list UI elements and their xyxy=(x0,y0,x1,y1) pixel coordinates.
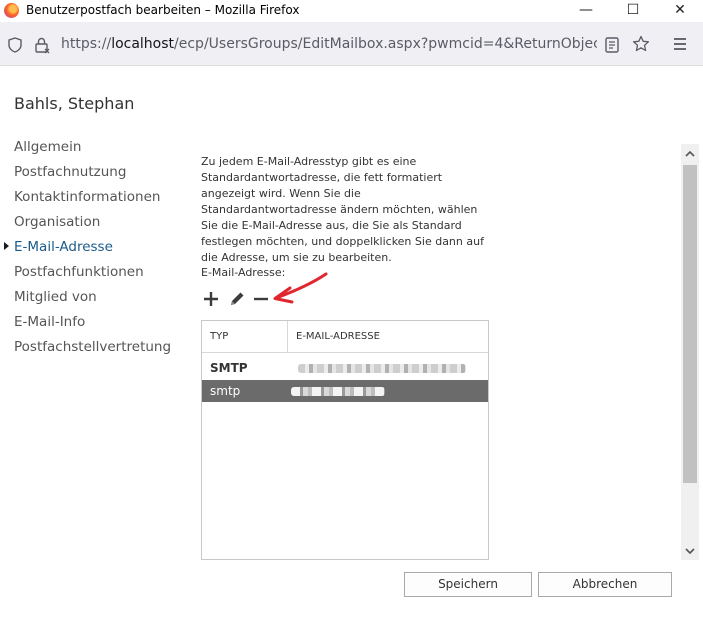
table-header: TYP E-MAIL-ADRESSE xyxy=(202,321,488,353)
red-annotation-arrow-icon xyxy=(273,272,328,304)
sidebar-item-label: E-Mail-Info xyxy=(14,314,86,330)
minimize-button[interactable]: — xyxy=(563,0,609,22)
description-text: Zu jedem E-Mail-Adresstyp gibt es eine S… xyxy=(201,155,484,264)
sidebar-item-postfachfunktionen[interactable]: Postfachfunktionen xyxy=(0,263,180,288)
sidebar-item-label: Postfachfunktionen xyxy=(14,264,144,280)
window-titlebar: Benutzerpostfach bearbeiten – Mozilla Fi… xyxy=(0,0,703,22)
sidebar-item-kontaktinformationen[interactable]: Kontaktinformationen xyxy=(0,188,180,213)
sidebar-item-postfachnutzung[interactable]: Postfachnutzung xyxy=(0,163,180,188)
lock-icon[interactable] xyxy=(34,36,50,54)
column-header-email[interactable]: E-MAIL-ADRESSE xyxy=(288,321,488,352)
hamburger-menu-icon[interactable] xyxy=(672,37,688,51)
firefox-logo-icon xyxy=(4,3,19,18)
redacted-email-address xyxy=(298,364,466,373)
sidebar-item-email-info[interactable]: E-Mail-Info xyxy=(0,313,180,338)
sidebar-item-mitglied-von[interactable]: Mitglied von xyxy=(0,288,180,313)
url-host: localhost xyxy=(111,36,175,52)
save-button[interactable]: Speichern xyxy=(404,572,532,597)
row-type-cell: SMTP xyxy=(210,361,248,375)
sidebar-nav: Allgemein Postfachnutzung Kontaktinforma… xyxy=(0,138,180,363)
plus-icon[interactable] xyxy=(202,290,220,308)
url-protocol: https:// xyxy=(61,36,112,52)
window-title: Benutzerpostfach bearbeiten – Mozilla Fi… xyxy=(26,3,300,17)
shield-icon[interactable] xyxy=(8,37,22,53)
sidebar-item-allgemein[interactable]: Allgemein xyxy=(0,138,180,163)
maximize-button[interactable]: ☐ xyxy=(610,0,656,22)
page-title: Bahls, Stephan xyxy=(14,94,135,113)
sidebar-item-label: Organisation xyxy=(14,214,101,230)
column-header-type[interactable]: TYP xyxy=(202,321,288,352)
email-address-table: TYP E-MAIL-ADRESSE SMTP smtp xyxy=(201,320,489,560)
sidebar-item-label: Allgemein xyxy=(14,139,82,155)
scroll-down-icon[interactable] xyxy=(684,545,696,557)
pencil-icon[interactable] xyxy=(228,290,246,308)
sidebar-item-email-adresse[interactable]: E-Mail-Adresse xyxy=(0,238,180,263)
url-field[interactable]: https://localhost/ecp/UsersGroups/EditMa… xyxy=(61,36,597,52)
sidebar-item-label: E-Mail-Adresse xyxy=(14,239,113,255)
minus-icon[interactable] xyxy=(252,290,270,308)
scrollbar-thumb[interactable] xyxy=(683,165,697,483)
sidebar-item-organisation[interactable]: Organisation xyxy=(0,213,180,238)
cancel-button[interactable]: Abbrechen xyxy=(538,572,672,597)
sidebar-item-postfachstellvertretung[interactable]: Postfachstellvertretung xyxy=(0,338,180,363)
table-row-selected[interactable]: smtp xyxy=(202,380,488,402)
row-type-cell: smtp xyxy=(210,384,241,398)
scroll-up-icon[interactable] xyxy=(684,148,696,160)
sidebar-item-label: Postfachstellvertretung xyxy=(14,339,172,355)
sidebar-item-label: Postfachnutzung xyxy=(14,164,127,180)
close-button[interactable]: ✕ xyxy=(657,0,703,22)
reader-view-icon[interactable] xyxy=(604,36,620,54)
sidebar-item-label: Kontaktinformationen xyxy=(14,189,161,205)
address-bar: https://localhost/ecp/UsersGroups/EditMa… xyxy=(0,22,703,66)
sidebar-item-label: Mitglied von xyxy=(14,289,97,305)
bookmark-star-icon[interactable] xyxy=(632,35,650,53)
table-row[interactable]: SMTP xyxy=(202,357,488,379)
selected-arrow-icon xyxy=(4,242,9,250)
url-path: /ecp/UsersGroups/EditMailbox.aspx?pwmcid… xyxy=(174,36,597,52)
redacted-email-address xyxy=(291,387,385,396)
